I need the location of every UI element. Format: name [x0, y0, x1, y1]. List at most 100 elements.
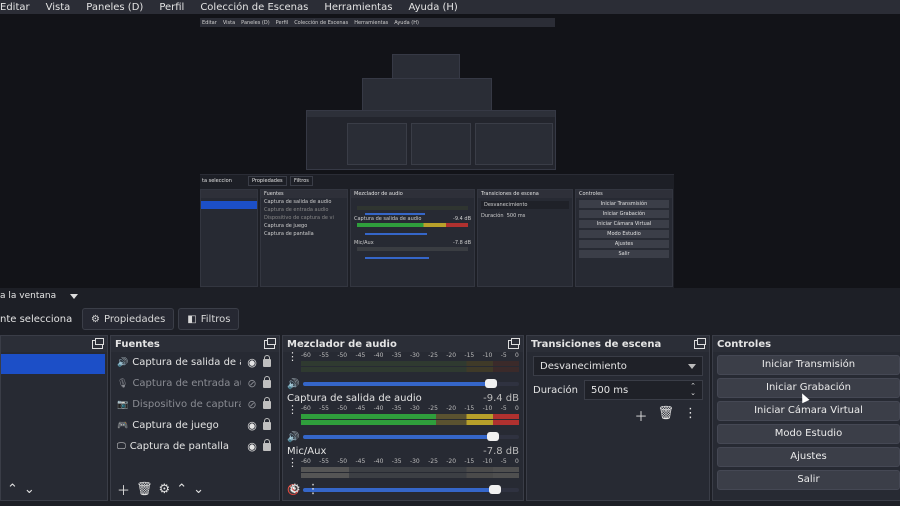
slider-handle[interactable] [485, 379, 498, 388]
nested-scenes-dock [200, 189, 258, 287]
speaker-icon: 🔊 [117, 357, 129, 368]
lock-icon[interactable] [263, 396, 271, 409]
lock-icon[interactable] [263, 417, 271, 430]
properties-button[interactable]: ⚙ Propiedades [82, 308, 175, 330]
trash-icon[interactable]: 🗑 [657, 406, 674, 425]
scale-tick: -50 [337, 458, 348, 465]
scale-tick: -35 [391, 458, 402, 465]
eye-icon[interactable]: ◉ [245, 419, 259, 432]
selected-scene-row[interactable] [1, 354, 105, 374]
menu-bar: Editar Vista Paneles (D) Perfil Colecció… [0, 0, 900, 14]
exit-button[interactable]: Salir [717, 470, 900, 490]
undock-icon[interactable] [264, 337, 276, 349]
menu-vista[interactable]: Vista [46, 2, 71, 13]
undock-icon[interactable] [508, 337, 520, 349]
start-recording-button[interactable]: Iniciar Grabación [717, 378, 900, 398]
menu-dots-icon[interactable]: ⋮ [287, 351, 298, 362]
scene-strip: a la ventana [0, 288, 900, 304]
speaker-icon[interactable]: 🔊 [287, 432, 299, 443]
eye-icon[interactable]: ◉ [245, 440, 259, 453]
sources-dock: Fuentes 🔊Captura de salida de audio◉🎙Cap… [110, 335, 280, 501]
add-icon[interactable]: ＋ [117, 480, 130, 499]
volume-slider[interactable] [303, 379, 519, 388]
menu-dots-icon[interactable]: ⋮ [684, 406, 697, 425]
controls-title: Controles [717, 338, 772, 350]
menu-dots-icon[interactable]: ⋮ [287, 404, 298, 415]
scale-tick: -15 [464, 458, 475, 465]
source-label: Captura de juego [132, 420, 219, 431]
undock-icon[interactable] [694, 337, 706, 349]
channel-db: -7.8 dB [483, 446, 519, 457]
scene-selector-label[interactable]: a la ventana [0, 291, 56, 301]
scale-tick: 0 [515, 458, 519, 465]
meter-bar [301, 414, 519, 419]
scale-tick: -40 [373, 405, 384, 412]
stepper-arrows-icon[interactable]: ⌃ ⌄ [690, 383, 696, 397]
transitions-dock: Transiciones de escena Desvanecimiento D… [526, 335, 710, 501]
menu-ayuda[interactable]: Ayuda (H) [408, 2, 457, 13]
mixer-channels: ⋮ -60 -55 -50 -45 -40 -35 -30 -25 -20 -15 -10 -5 0 🔊 Ca… [283, 351, 523, 498]
start-virtual-camera-button[interactable]: Iniciar Cámara Virtual [717, 401, 900, 421]
volume-meter: -60 -55 -50 -45 -40 -35 -30 -25 -20 -15 -10 -5 0 [301, 352, 519, 376]
scale-tick: -25 [428, 352, 438, 359]
source-list: 🔊Captura de salida de audio ◉ 🎙Captura de … [111, 352, 279, 457]
chevron-up-icon[interactable]: ⌃ [176, 482, 187, 497]
channel-name: Captura de salida de audio [287, 393, 422, 404]
transition-select[interactable]: Desvanecimiento [533, 356, 703, 376]
scale-tick: -60 [301, 458, 311, 465]
eye-icon[interactable]: ◉ [245, 356, 259, 369]
eye-hidden-icon[interactable]: ⊘ [245, 398, 259, 411]
source-label: Captura de salida de audio [132, 357, 241, 368]
scale-tick: -55 [319, 405, 329, 412]
source-row[interactable]: 🔊Captura de salida de audio ◉ [111, 352, 279, 373]
menu-perfil[interactable]: Perfil [159, 2, 184, 13]
transitions-title: Transiciones de escena [531, 338, 662, 350]
start-streaming-button[interactable]: Iniciar Transmisión [717, 355, 900, 375]
speaker-icon[interactable]: 🔊 [287, 379, 299, 390]
scale-tick: -10 [482, 405, 493, 412]
chevron-down-icon[interactable]: ⌄ [193, 482, 204, 497]
filters-button[interactable]: ◧ Filtros [178, 308, 240, 330]
undock-icon[interactable] [92, 337, 104, 349]
scale-tick: -55 [319, 458, 329, 465]
nested-scene-label: ta seleccion [202, 178, 232, 184]
lock-icon[interactable] [263, 354, 271, 367]
scale-tick: -50 [337, 352, 348, 359]
menu-paneles[interactable]: Paneles (D) [86, 2, 143, 13]
eye-hidden-icon[interactable]: ⊘ [245, 377, 259, 390]
menu-dots-icon[interactable]: ⋮ [287, 457, 298, 468]
source-row[interactable]: 🎙Captura de entrada audio ⊘ [111, 373, 279, 394]
source-row[interactable]: 📷Dispositivo de captura de vi ⊘ [111, 394, 279, 415]
menu-herramientas[interactable]: Herramientas [324, 2, 392, 13]
meter-scale: -60 -55 -50 -45 -40 -35 -30 -25 -20 -15 -10 -5 0 [301, 405, 519, 413]
add-icon[interactable]: ＋ [634, 406, 647, 425]
scale-tick: -30 [409, 405, 420, 412]
chevron-down-icon[interactable]: ⌄ [24, 482, 35, 497]
chevron-down-icon [688, 363, 696, 369]
volume-fill [303, 435, 496, 439]
menu-dots-icon[interactable]: ⋮ [307, 482, 320, 497]
studio-mode-button[interactable]: Modo Estudio [717, 424, 900, 444]
settings-button[interactable]: Ajustes [717, 447, 900, 467]
menu-coleccion-escenas[interactable]: Colección de Escenas [200, 2, 308, 13]
source-row[interactable]: 🖵 Captura de pantalla ◉ [111, 436, 279, 457]
duration-stepper[interactable]: 500 ms ⌃ ⌄ [584, 380, 703, 400]
source-row[interactable]: 🎮 Captura de juego ◉ [111, 415, 279, 436]
nested-filters: Filtros [290, 176, 313, 186]
menu-editar[interactable]: Editar [0, 2, 30, 13]
chevron-up-icon[interactable]: ⌃ [7, 482, 18, 497]
chevron-down-icon[interactable] [70, 293, 79, 299]
preview-canvas[interactable]: Editar Vista Paneles (D) Perfil Colecció… [0, 14, 900, 288]
volume-slider[interactable] [303, 432, 519, 441]
meter-bar [301, 367, 519, 372]
slider-handle[interactable] [487, 432, 500, 441]
lock-icon[interactable] [263, 438, 271, 451]
gear-icon[interactable]: ⚙ [289, 482, 301, 497]
scale-tick: -45 [355, 405, 366, 412]
volume-fill [303, 382, 494, 386]
lock-icon[interactable] [263, 375, 271, 388]
scale-tick: 0 [515, 405, 519, 412]
trash-icon[interactable]: 🗑 [136, 482, 153, 497]
gear-icon[interactable]: ⚙ [159, 482, 171, 497]
scale-tick: -40 [373, 458, 384, 465]
